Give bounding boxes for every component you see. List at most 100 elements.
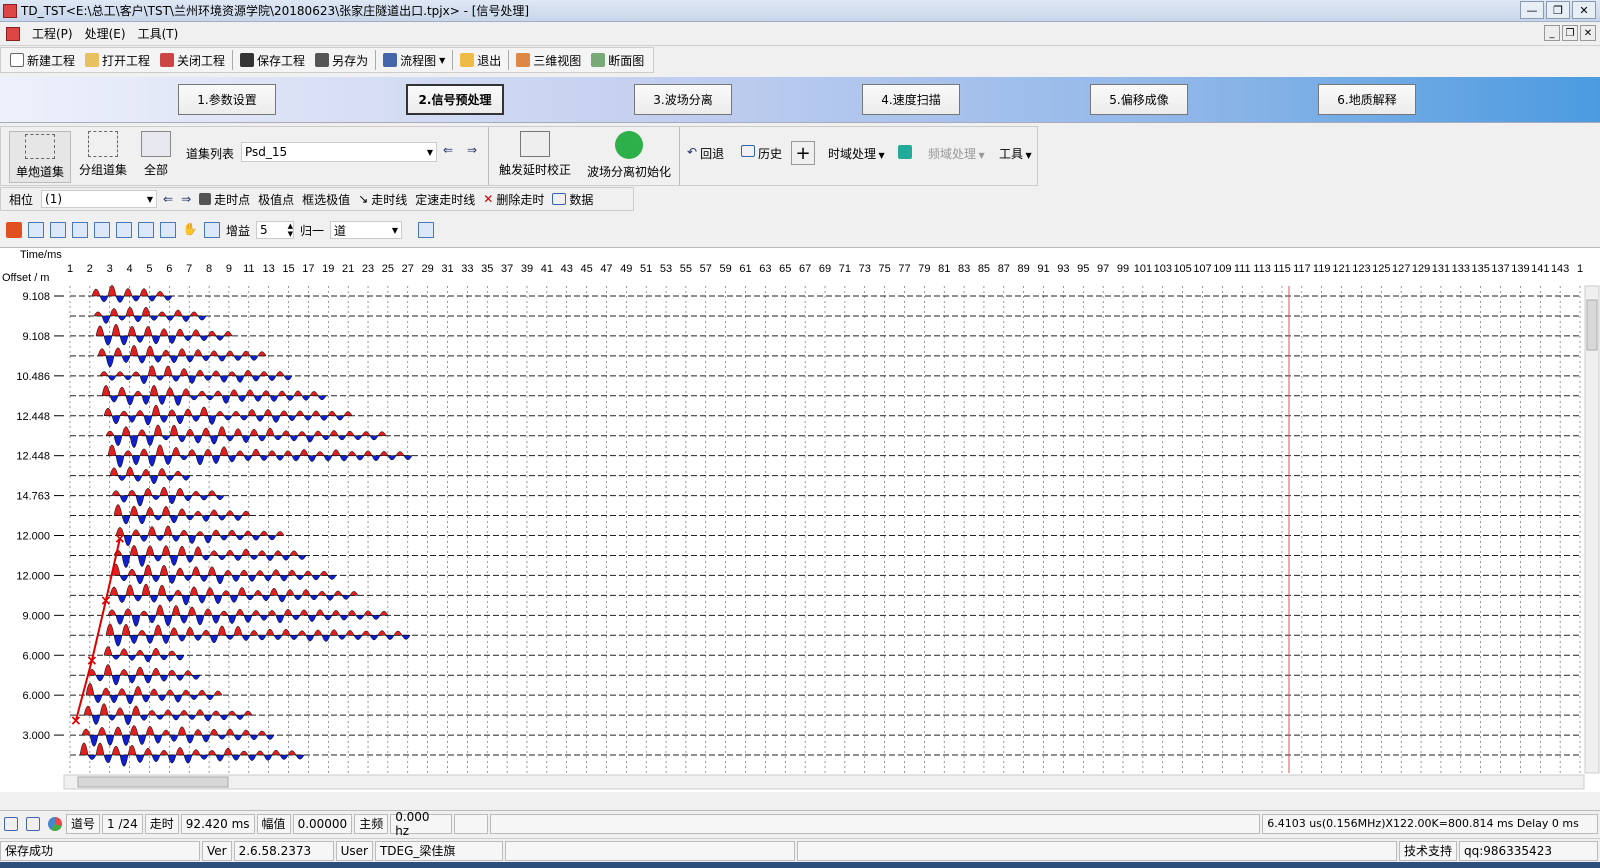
wiggle: [153, 355, 163, 363]
gain-stepper[interactable]: 5 ▲ ▼: [256, 221, 295, 239]
maximize-button[interactable]: ❐: [1546, 1, 1570, 19]
hand-icon[interactable]: ✋: [182, 222, 198, 238]
group-gather-button[interactable]: 分组道集: [79, 131, 127, 178]
zoom-out-h-icon[interactable]: [50, 222, 66, 238]
menu-process[interactable]: 处理(E): [79, 25, 132, 42]
time-line-button[interactable]: 走时线: [371, 191, 407, 208]
next-arrow-icon[interactable]: ⇒: [467, 143, 477, 157]
normalize-select[interactable]: 道 ▼: [330, 221, 403, 239]
flowchart-button[interactable]: 流程图 ▼: [378, 49, 450, 71]
x-tick-label: 65: [779, 263, 791, 275]
pick-marker[interactable]: ×: [100, 593, 112, 609]
wiggle: [387, 455, 397, 461]
crosshair-button[interactable]: +: [791, 141, 815, 165]
window-icon[interactable]: [4, 816, 18, 831]
vertical-scrollbar[interactable]: [1584, 285, 1600, 774]
wiggle: [129, 635, 139, 644]
freq-process-dropdown[interactable]: 频域处理 ▼: [928, 145, 985, 162]
step-4-velocity-scan[interactable]: 4.速度扫描: [862, 84, 960, 115]
copy-icon[interactable]: [26, 816, 40, 831]
close-project-button[interactable]: 关闭工程: [155, 49, 230, 71]
step-5-migration[interactable]: 5.偏移成像: [1090, 84, 1188, 115]
undo-button[interactable]: ↶ 回退: [687, 145, 724, 162]
new-project-button[interactable]: 新建工程: [5, 49, 80, 71]
chart-icon[interactable]: [48, 816, 62, 831]
vertical-scroll-thumb[interactable]: [1586, 299, 1598, 351]
menu-project[interactable]: 工程(P): [26, 25, 79, 42]
wiggle: [107, 285, 117, 297]
fit-window-icon[interactable]: [204, 222, 220, 238]
wave-init-button[interactable]: 波场分离初始化: [587, 131, 671, 180]
wiggle: [267, 375, 277, 381]
prev-phase-icon[interactable]: ⇐: [163, 192, 173, 206]
all-button[interactable]: 全部: [141, 131, 171, 178]
refresh-icon[interactable]: [418, 222, 435, 238]
wiggle: [133, 595, 143, 602]
phase-select[interactable]: (1) ▼: [41, 190, 158, 208]
offset-label: 6.000: [22, 650, 50, 662]
trigger-delay-button[interactable]: 触发延时校正: [499, 131, 571, 178]
step-6-geology[interactable]: 6.地质解释: [1318, 84, 1416, 115]
data-button[interactable]: 数据: [569, 191, 593, 208]
open-project-button[interactable]: 打开工程: [80, 49, 155, 71]
mdi-restore-button[interactable]: ❐: [1562, 25, 1578, 41]
filter-icon[interactable]: [898, 145, 912, 159]
zoom-fit-v-icon[interactable]: [94, 222, 110, 238]
wiggle: [209, 350, 219, 357]
prev-arrow-icon[interactable]: ⇐: [443, 143, 453, 157]
wiggle: [257, 435, 267, 442]
extreme-point-button[interactable]: 极值点: [258, 191, 294, 208]
wiggle: [123, 375, 133, 381]
pick-point-button[interactable]: 走时点: [214, 191, 250, 208]
single-shot-button[interactable]: 单炮道集: [9, 131, 72, 183]
time-process-dropdown[interactable]: 时域处理 ▼: [828, 145, 885, 162]
wiggle: [127, 744, 137, 756]
wiggle: [289, 550, 299, 556]
wiggle: [141, 395, 151, 405]
mdi-close-button[interactable]: ✕: [1580, 25, 1596, 41]
next-phase-icon[interactable]: ⇒: [181, 192, 191, 206]
wiggle: [111, 490, 121, 496]
delete-time-button[interactable]: 删除走时: [496, 191, 544, 208]
wiggle: [267, 450, 277, 456]
step-1-parameters[interactable]: 1.参数设置: [178, 84, 276, 115]
seismic-plot[interactable]: Time/ms Offset / m 1 2 3 4 5 6 7 8 9 11 13 15 17 19 21…: [0, 247, 1600, 792]
calendar-icon[interactable]: [6, 222, 22, 238]
gather-list-select[interactable]: Psd_15 ▼: [241, 142, 437, 162]
zoom-all-icon[interactable]: [160, 222, 176, 238]
box-extreme-button[interactable]: 框选极值: [302, 191, 350, 208]
wiggle: [175, 674, 185, 681]
freq-value: 0.000 hz: [390, 810, 453, 838]
zoom-out-v-icon[interactable]: [116, 222, 132, 238]
mdi-minimize-button[interactable]: _: [1544, 25, 1560, 41]
exit-button[interactable]: 退出: [455, 49, 506, 71]
wiggle: [135, 754, 145, 763]
x-tick-label: 4: [127, 263, 133, 275]
step-2-preprocess[interactable]: 2.信号预处理: [406, 84, 504, 115]
wiggle: [141, 306, 151, 317]
close-button[interactable]: ✕: [1572, 1, 1596, 19]
pick-marker[interactable]: ×: [86, 653, 98, 669]
gain-label: 增益: [226, 223, 251, 238]
wiggle: [165, 475, 175, 481]
zoom-in-h-icon[interactable]: [72, 222, 88, 238]
fixed-speed-line-button[interactable]: 定速走时线: [415, 191, 475, 208]
menu-tools[interactable]: 工具(T): [132, 25, 185, 42]
wiggle: [183, 408, 193, 416]
step-3-wave-separation[interactable]: 3.波场分离: [634, 84, 732, 115]
save-project-button[interactable]: 保存工程: [235, 49, 310, 71]
pick-marker[interactable]: ×: [70, 713, 82, 729]
save-as-button[interactable]: 另存为: [310, 49, 373, 71]
section-view-button[interactable]: 断面图: [586, 49, 649, 71]
tools-dropdown[interactable]: 工具 ▼: [999, 145, 1032, 162]
minimize-button[interactable]: —: [1520, 1, 1544, 19]
horizontal-scroll-thumb[interactable]: [77, 776, 229, 788]
history-button[interactable]: 历史: [741, 145, 782, 162]
zoom-in-v-icon[interactable]: [138, 222, 154, 238]
3d-view-button[interactable]: 三维视图: [511, 49, 586, 71]
wiggle: [209, 550, 219, 556]
horizontal-scrollbar[interactable]: [63, 774, 1585, 790]
pick-marker[interactable]: ×: [114, 531, 126, 547]
zoom-fit-h-icon[interactable]: [28, 222, 44, 238]
seismic-plot-svg[interactable]: Time/ms Offset / m 1 2 3 4 5 6 7 8 9 11 13 15 17 19 21…: [0, 248, 1600, 793]
